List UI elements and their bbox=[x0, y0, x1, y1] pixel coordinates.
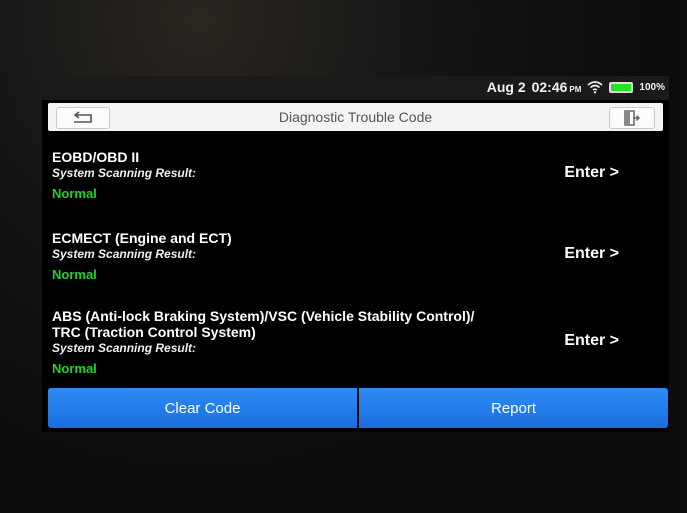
system-name: ECMECT (Engine and ECT) bbox=[52, 230, 232, 246]
system-status: Normal bbox=[52, 361, 97, 376]
status-indicators: Aug 2 02:46 PM 100% bbox=[487, 79, 665, 95]
enter-button-abs[interactable]: Enter > bbox=[564, 332, 619, 350]
system-name: EOBD/OBD II bbox=[52, 149, 140, 165]
system-scan-label: System Scanning Result: bbox=[52, 341, 197, 355]
tablet-screen: Aug 2 02:46 PM 100% Diagnostic Trouble Co… bbox=[42, 76, 669, 432]
battery-icon bbox=[609, 81, 634, 93]
report-button[interactable]: Report bbox=[359, 388, 668, 428]
system-name-line2: TRC (Traction Control System) bbox=[52, 324, 256, 340]
status-date: Aug 2 bbox=[486, 79, 526, 95]
system-status: Normal bbox=[52, 267, 97, 282]
title-bar: Diagnostic Trouble Code bbox=[48, 103, 663, 131]
system-scan-label: System Scanning Result: bbox=[52, 166, 197, 180]
status-time-value: 02:46 bbox=[531, 79, 568, 95]
system-status: Normal bbox=[52, 186, 97, 201]
exit-icon bbox=[624, 110, 641, 126]
status-ampm: PM bbox=[569, 85, 582, 94]
page-title: Diagnostic Trouble Code bbox=[278, 109, 433, 125]
enter-button-eobd[interactable]: Enter > bbox=[564, 164, 619, 182]
system-scan-label: System Scanning Result: bbox=[52, 247, 197, 261]
system-item-abs: ABS (Anti-lock Braking System)/VSC (Vehi… bbox=[52, 308, 652, 376]
status-time: 02:46 PM bbox=[532, 79, 582, 95]
battery-percent: 100% bbox=[639, 81, 665, 93]
enter-button-ecmect[interactable]: Enter > bbox=[564, 245, 619, 263]
system-item-ecmect: ECMECT (Engine and ECT) System Scanning … bbox=[52, 230, 652, 282]
system-name-line1: ABS (Anti-lock Braking System)/VSC (Vehi… bbox=[52, 308, 475, 324]
wifi-icon bbox=[587, 81, 603, 94]
action-bar: Clear Code Report bbox=[48, 388, 668, 428]
exit-button[interactable] bbox=[609, 107, 655, 129]
status-bar: Aug 2 02:46 PM 100% bbox=[42, 76, 669, 100]
system-item-eobd: EOBD/OBD II System Scanning Result: Norm… bbox=[52, 149, 652, 201]
clear-code-button[interactable]: Clear Code bbox=[48, 388, 357, 428]
